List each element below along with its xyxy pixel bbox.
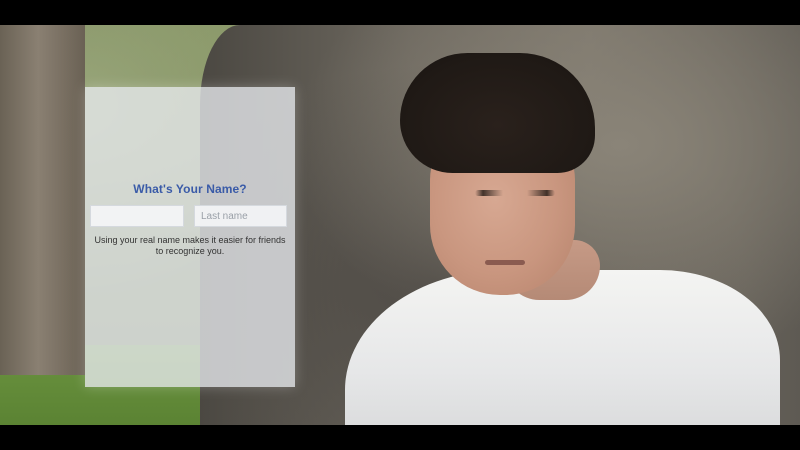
mouth: [485, 260, 525, 265]
first-name-field[interactable]: [90, 205, 184, 227]
helper-text: Using your real name makes it easier for…: [94, 235, 286, 256]
hair: [400, 53, 595, 173]
eyes: [475, 190, 555, 196]
video-frame: What's Your Name? Using your real name m…: [0, 0, 800, 450]
form-title: What's Your Name?: [133, 182, 247, 196]
background-scene: What's Your Name? Using your real name m…: [0, 25, 800, 425]
name-form-panel: What's Your Name? Using your real name m…: [85, 87, 295, 387]
last-name-field[interactable]: [194, 205, 287, 227]
